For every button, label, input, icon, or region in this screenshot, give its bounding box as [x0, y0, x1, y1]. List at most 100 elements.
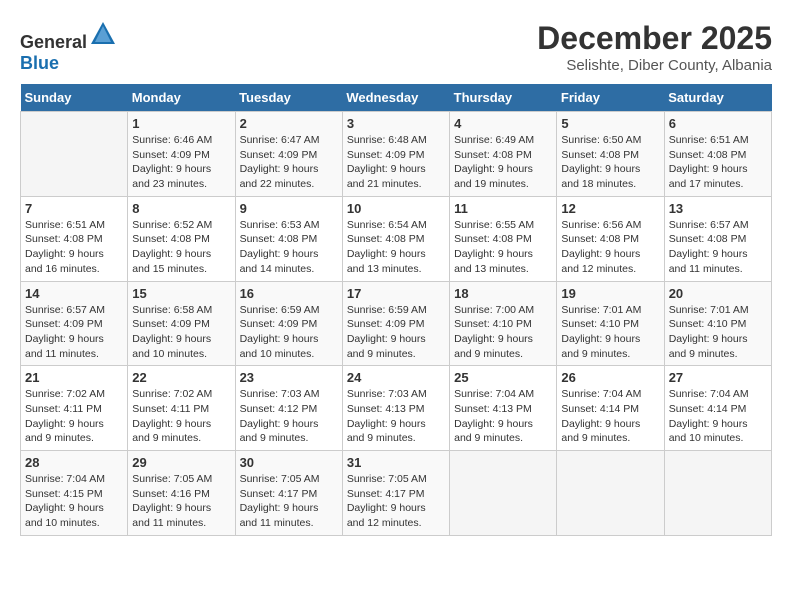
day-info: Sunrise: 6:58 AMSunset: 4:09 PMDaylight:…: [132, 303, 230, 362]
calendar-cell: 24 Sunrise: 7:03 AMSunset: 4:13 PMDayligh…: [342, 366, 449, 451]
logo: General Blue: [20, 20, 117, 74]
day-info: Sunrise: 7:04 AMSunset: 4:14 PMDaylight:…: [561, 387, 659, 446]
weekday-header-saturday: Saturday: [664, 84, 771, 112]
day-number: 1: [132, 116, 230, 131]
day-info: Sunrise: 7:01 AMSunset: 4:10 PMDaylight:…: [669, 303, 767, 362]
day-info: Sunrise: 6:47 AMSunset: 4:09 PMDaylight:…: [240, 133, 338, 192]
calendar-cell: 17 Sunrise: 6:59 AMSunset: 4:09 PMDayligh…: [342, 281, 449, 366]
day-number: 26: [561, 370, 659, 385]
weekday-header-thursday: Thursday: [450, 84, 557, 112]
calendar-cell: 2 Sunrise: 6:47 AMSunset: 4:09 PMDaylight…: [235, 112, 342, 197]
day-info: Sunrise: 7:03 AMSunset: 4:13 PMDaylight:…: [347, 387, 445, 446]
calendar-cell: 27 Sunrise: 7:04 AMSunset: 4:14 PMDayligh…: [664, 366, 771, 451]
calendar-cell: 10Sunrise: 6:54 AMSunset: 4:08 PMDayligh…: [342, 196, 449, 281]
day-info: Sunrise: 6:57 AMSunset: 4:08 PMDaylight:…: [669, 218, 767, 277]
title-block: December 2025 Selishte, Diber County, Al…: [537, 20, 772, 74]
calendar-cell: 11 Sunrise: 6:55 AMSunset: 4:08 PMDayligh…: [450, 196, 557, 281]
day-info: Sunrise: 7:02 AMSunset: 4:11 PMDaylight:…: [25, 387, 123, 446]
day-number: 19: [561, 286, 659, 301]
calendar-cell: [557, 451, 664, 536]
calendar-cell: 14Sunrise: 6:57 AMSunset: 4:09 PMDayligh…: [21, 281, 128, 366]
day-number: 31: [347, 455, 445, 470]
calendar-cell: 7 Sunrise: 6:51 AMSunset: 4:08 PMDaylight…: [21, 196, 128, 281]
day-number: 30: [240, 455, 338, 470]
calendar-cell: 22 Sunrise: 7:02 AMSunset: 4:11 PMDayligh…: [128, 366, 235, 451]
calendar-cell: 28 Sunrise: 7:04 AMSunset: 4:15 PMDayligh…: [21, 451, 128, 536]
day-info: Sunrise: 7:05 AMSunset: 4:17 PMDaylight:…: [240, 472, 338, 531]
day-number: 21: [25, 370, 123, 385]
day-info: Sunrise: 7:04 AMSunset: 4:15 PMDaylight:…: [25, 472, 123, 531]
day-info: Sunrise: 6:53 AMSunset: 4:08 PMDaylight:…: [240, 218, 338, 277]
calendar-cell: [664, 451, 771, 536]
day-number: 28: [25, 455, 123, 470]
day-number: 29: [132, 455, 230, 470]
day-number: 11: [454, 201, 552, 216]
day-info: Sunrise: 7:04 AMSunset: 4:13 PMDaylight:…: [454, 387, 552, 446]
day-number: 7: [25, 201, 123, 216]
calendar-cell: 5Sunrise: 6:50 AMSunset: 4:08 PMDaylight…: [557, 112, 664, 197]
day-info: Sunrise: 7:02 AMSunset: 4:11 PMDaylight:…: [132, 387, 230, 446]
calendar-cell: 1 Sunrise: 6:46 AMSunset: 4:09 PMDaylight…: [128, 112, 235, 197]
day-info: Sunrise: 7:05 AMSunset: 4:16 PMDaylight:…: [132, 472, 230, 531]
calendar-cell: 18 Sunrise: 7:00 AMSunset: 4:10 PMDayligh…: [450, 281, 557, 366]
day-info: Sunrise: 7:01 AMSunset: 4:10 PMDaylight:…: [561, 303, 659, 362]
day-number: 13: [669, 201, 767, 216]
calendar-cell: 8 Sunrise: 6:52 AMSunset: 4:08 PMDaylight…: [128, 196, 235, 281]
calendar-cell: 13 Sunrise: 6:57 AMSunset: 4:08 PMDayligh…: [664, 196, 771, 281]
calendar-cell: 19 Sunrise: 7:01 AMSunset: 4:10 PMDayligh…: [557, 281, 664, 366]
calendar-cell: 12 Sunrise: 6:56 AMSunset: 4:08 PMDayligh…: [557, 196, 664, 281]
day-number: 18: [454, 286, 552, 301]
calendar-cell: 31 Sunrise: 7:05 AMSunset: 4:17 PMDayligh…: [342, 451, 449, 536]
day-number: 24: [347, 370, 445, 385]
day-number: 5: [561, 116, 659, 131]
calendar-cell: 26 Sunrise: 7:04 AMSunset: 4:14 PMDayligh…: [557, 366, 664, 451]
day-number: 23: [240, 370, 338, 385]
day-number: 2: [240, 116, 338, 131]
day-number: 12: [561, 201, 659, 216]
day-info: Sunrise: 7:05 AMSunset: 4:17 PMDaylight:…: [347, 472, 445, 531]
day-number: 9: [240, 201, 338, 216]
weekday-header-monday: Monday: [128, 84, 235, 112]
day-number: 17: [347, 286, 445, 301]
calendar-cell: 3Sunrise: 6:48 AMSunset: 4:09 PMDaylight…: [342, 112, 449, 197]
calendar-cell: 4Sunrise: 6:49 AMSunset: 4:08 PMDaylight…: [450, 112, 557, 197]
weekday-header-tuesday: Tuesday: [235, 84, 342, 112]
day-number: 15: [132, 286, 230, 301]
month-title: December 2025: [537, 20, 772, 57]
day-number: 22: [132, 370, 230, 385]
calendar-cell: 21 Sunrise: 7:02 AMSunset: 4:11 PMDayligh…: [21, 366, 128, 451]
day-number: 16: [240, 286, 338, 301]
calendar-cell: 15 Sunrise: 6:58 AMSunset: 4:09 PMDayligh…: [128, 281, 235, 366]
day-info: Sunrise: 6:59 AMSunset: 4:09 PMDaylight:…: [240, 303, 338, 362]
day-number: 27: [669, 370, 767, 385]
day-info: Sunrise: 6:56 AMSunset: 4:08 PMDaylight:…: [561, 218, 659, 277]
day-info: Sunrise: 7:04 AMSunset: 4:14 PMDaylight:…: [669, 387, 767, 446]
calendar-cell: [21, 112, 128, 197]
day-info: Sunrise: 7:03 AMSunset: 4:12 PMDaylight:…: [240, 387, 338, 446]
day-info: Sunrise: 6:51 AMSunset: 4:08 PMDaylight:…: [25, 218, 123, 277]
day-number: 25: [454, 370, 552, 385]
logo-blue: Blue: [20, 53, 59, 73]
calendar-table: SundayMondayTuesdayWednesdayThursdayFrid…: [20, 84, 772, 536]
calendar-cell: 16 Sunrise: 6:59 AMSunset: 4:09 PMDayligh…: [235, 281, 342, 366]
logo-text: General Blue: [20, 20, 117, 74]
day-info: Sunrise: 6:46 AMSunset: 4:09 PMDaylight:…: [132, 133, 230, 192]
calendar-cell: 29 Sunrise: 7:05 AMSunset: 4:16 PMDayligh…: [128, 451, 235, 536]
day-info: Sunrise: 6:51 AMSunset: 4:08 PMDaylight:…: [669, 133, 767, 192]
page-header: General Blue December 2025 Selishte, Dib…: [20, 20, 772, 74]
day-info: Sunrise: 6:49 AMSunset: 4:08 PMDaylight:…: [454, 133, 552, 192]
day-number: 6: [669, 116, 767, 131]
day-info: Sunrise: 7:00 AMSunset: 4:10 PMDaylight:…: [454, 303, 552, 362]
location-title: Selishte, Diber County, Albania: [537, 57, 772, 74]
day-info: Sunrise: 6:59 AMSunset: 4:09 PMDaylight:…: [347, 303, 445, 362]
day-number: 8: [132, 201, 230, 216]
logo-general: General: [20, 35, 117, 52]
day-number: 3: [347, 116, 445, 131]
day-number: 20: [669, 286, 767, 301]
day-info: Sunrise: 6:52 AMSunset: 4:08 PMDaylight:…: [132, 218, 230, 277]
day-info: Sunrise: 6:55 AMSunset: 4:08 PMDaylight:…: [454, 218, 552, 277]
calendar-cell: 30 Sunrise: 7:05 AMSunset: 4:17 PMDayligh…: [235, 451, 342, 536]
weekday-header-wednesday: Wednesday: [342, 84, 449, 112]
calendar-cell: [450, 451, 557, 536]
day-number: 10: [347, 201, 445, 216]
